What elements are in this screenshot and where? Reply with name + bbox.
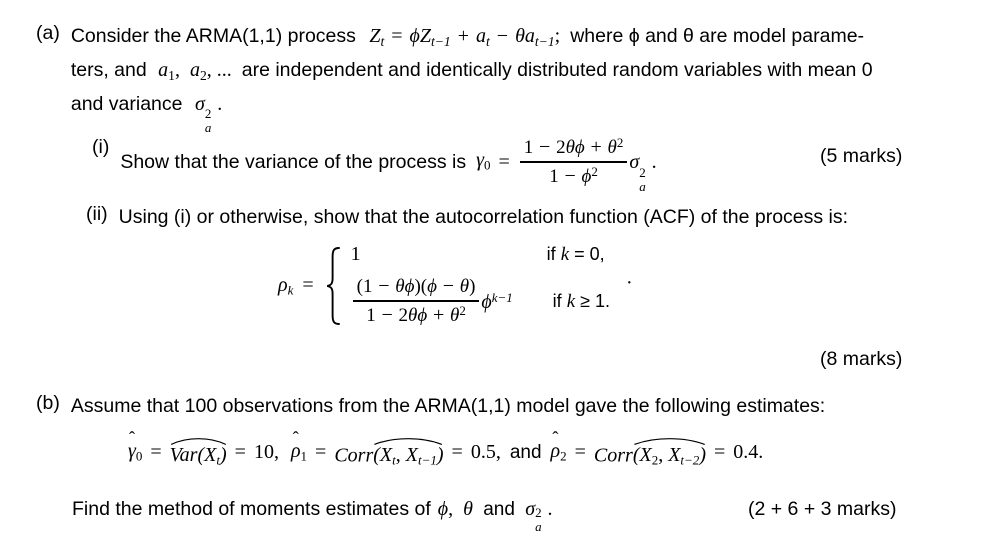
rho-k-symbol: ρk	[278, 273, 294, 298]
item-ii-body: Using (i) or otherwise, show that the au…	[119, 203, 986, 232]
case-1-condition: if k = 0,	[546, 243, 605, 265]
equals-sign: =	[498, 151, 510, 174]
part-b: (b) Assume that 100 observations from th…	[36, 392, 996, 421]
corr1-estimator: Corr (Xt, Xt−1)	[334, 436, 444, 469]
rho1-value: 0.5,	[470, 441, 501, 463]
equals-3: =	[315, 441, 327, 463]
case-row-2: (1 − θϕ)(ϕ − θ) 1 − 2θϕ + θ2 ϕk−1 if k ≥…	[351, 275, 611, 329]
variance-denominator: 1 − ϕ2	[549, 164, 598, 188]
var-value: 10,	[253, 441, 279, 463]
final-instruction-text: Find the method of moments estimates of	[72, 497, 431, 520]
acf-piecewise-equation: ρk = 1 if k = 0, (1 − θϕ)(ϕ − θ) 1 − 2θϕ…	[278, 243, 633, 329]
acf-denominator: 1 − 2θϕ + θ2	[366, 303, 466, 327]
item-i-marks: (5 marks)	[820, 145, 903, 167]
corr2-estimator: Corr (X2, Xt−2)	[594, 436, 706, 469]
final-instruction-line: Find the method of moments estimates of …	[72, 497, 553, 534]
part-b-text-line: Assume that 100 observations from the AR…	[71, 392, 996, 421]
equals-4: =	[451, 441, 463, 463]
acf-equals-sign: =	[302, 274, 314, 297]
part-b-body: Assume that 100 observations from the AR…	[71, 392, 996, 421]
part-b-text: Assume that 100 observations from the AR…	[70, 395, 826, 417]
case-2-condition: if k ≥ 1.	[552, 291, 611, 313]
equals-6: =	[713, 441, 726, 463]
sigma-a-squared-multiplier: σ 2 a .	[629, 151, 657, 195]
part-a-line-2: ters, and a1, a2, ... are independent an…	[71, 56, 996, 90]
final-symbols: ϕ, θ and σ 2 a .	[437, 498, 553, 534]
phi-power-factor: ϕk−1	[481, 290, 513, 314]
rho2-value: 0.4.	[733, 441, 764, 463]
part-a-line3-pre: and variance	[70, 92, 183, 115]
gamma-hat-zero: ̂γ0	[128, 440, 143, 464]
variance-fraction: 1 − 2θϕ + θ2 1 − ϕ2	[519, 135, 628, 189]
acf-numerator: (1 − θϕ)(ϕ − θ)	[356, 275, 476, 298]
case-2-expression: (1 − θϕ)(ϕ − θ) 1 − 2θϕ + θ2 ϕk−1	[351, 275, 547, 329]
item-ii-label: (ii)	[86, 203, 108, 225]
item-ii-text: Using (i) or otherwise, show that the au…	[118, 206, 849, 228]
item-i-text: Show that the variance of the process is	[120, 151, 467, 174]
rho-hat-one: ̂ρ1	[290, 440, 308, 464]
sigma-a-squared: σ 2 a .	[194, 92, 223, 136]
part-b-label: (b)	[36, 392, 60, 414]
var-estimator: Var(Xt)	[170, 436, 227, 469]
fraction-bar	[519, 161, 628, 163]
and-conjunction: and	[509, 442, 542, 463]
part-a-line-3: and variance σ 2 a .	[70, 90, 996, 136]
part-a-line2-pre: ters, and	[70, 58, 147, 81]
case-1-expression: 1	[351, 243, 547, 266]
case-row-1: 1 if k = 0,	[351, 243, 610, 266]
item-ii-text-line: Using (i) or otherwise, show that the au…	[119, 203, 986, 232]
acf-fraction: (1 − θϕ)(ϕ − θ) 1 − 2θϕ + θ2	[352, 275, 480, 328]
trailing-dot: ·	[626, 272, 633, 295]
variance-numerator: 1 − 2θϕ + θ2	[523, 135, 624, 159]
arma-equation: Zt = ϕZt−1 + at − θat−1;	[369, 25, 561, 49]
case-1-value: 1	[350, 243, 361, 265]
item-i-line: Show that the variance of the process is…	[120, 135, 812, 195]
cases-rows: 1 if k = 0, (1 − θϕ)(ϕ − θ) 1 − 2θϕ + θ2…	[351, 243, 610, 329]
item-ii-marks: (8 marks)	[820, 348, 903, 370]
document-page: (a) Consider the ARMA(1,1) process Zt = …	[0, 0, 1004, 544]
part-a: (a) Consider the ARMA(1,1) process Zt = …	[36, 22, 996, 136]
part-a-body: Consider the ARMA(1,1) process Zt = ϕZt−…	[70, 22, 996, 136]
item-i-label: (i)	[92, 136, 110, 158]
part-a-line-1: Consider the ARMA(1,1) process Zt = ϕZt−…	[71, 22, 996, 56]
acf-fraction-bar	[352, 300, 480, 302]
item-ii: (ii) Using (i) or otherwise, show that t…	[86, 203, 986, 232]
left-curly-brace	[323, 246, 343, 325]
part-b-marks: (2 + 6 + 3 marks)	[748, 498, 897, 520]
equals-1: =	[150, 441, 162, 463]
part-a-label: (a)	[36, 22, 60, 44]
gamma-zero-symbol: γ0	[476, 149, 491, 173]
part-a-intro-post: where ϕ and θ are model parame-	[570, 25, 865, 47]
estimates-equation: ̂γ0 = Var(Xt) = 10, ̂ρ1 = Corr	[128, 436, 763, 469]
iid-variables: a1, a2, ...	[158, 58, 232, 83]
equals-2: =	[234, 441, 246, 463]
part-a-intro-pre: Consider the ARMA(1,1) process	[70, 25, 356, 47]
item-i: (i) Show that the variance of the proces…	[92, 135, 812, 195]
equals-5: =	[574, 441, 586, 463]
part-a-line2-post: are independent and identically distribu…	[241, 58, 873, 81]
item-i-body: Show that the variance of the process is…	[120, 135, 812, 195]
rho-hat-two: ̂ρ2	[550, 440, 567, 464]
cases-block: 1 if k = 0, (1 − θϕ)(ϕ − θ) 1 − 2θϕ + θ2…	[323, 243, 610, 329]
